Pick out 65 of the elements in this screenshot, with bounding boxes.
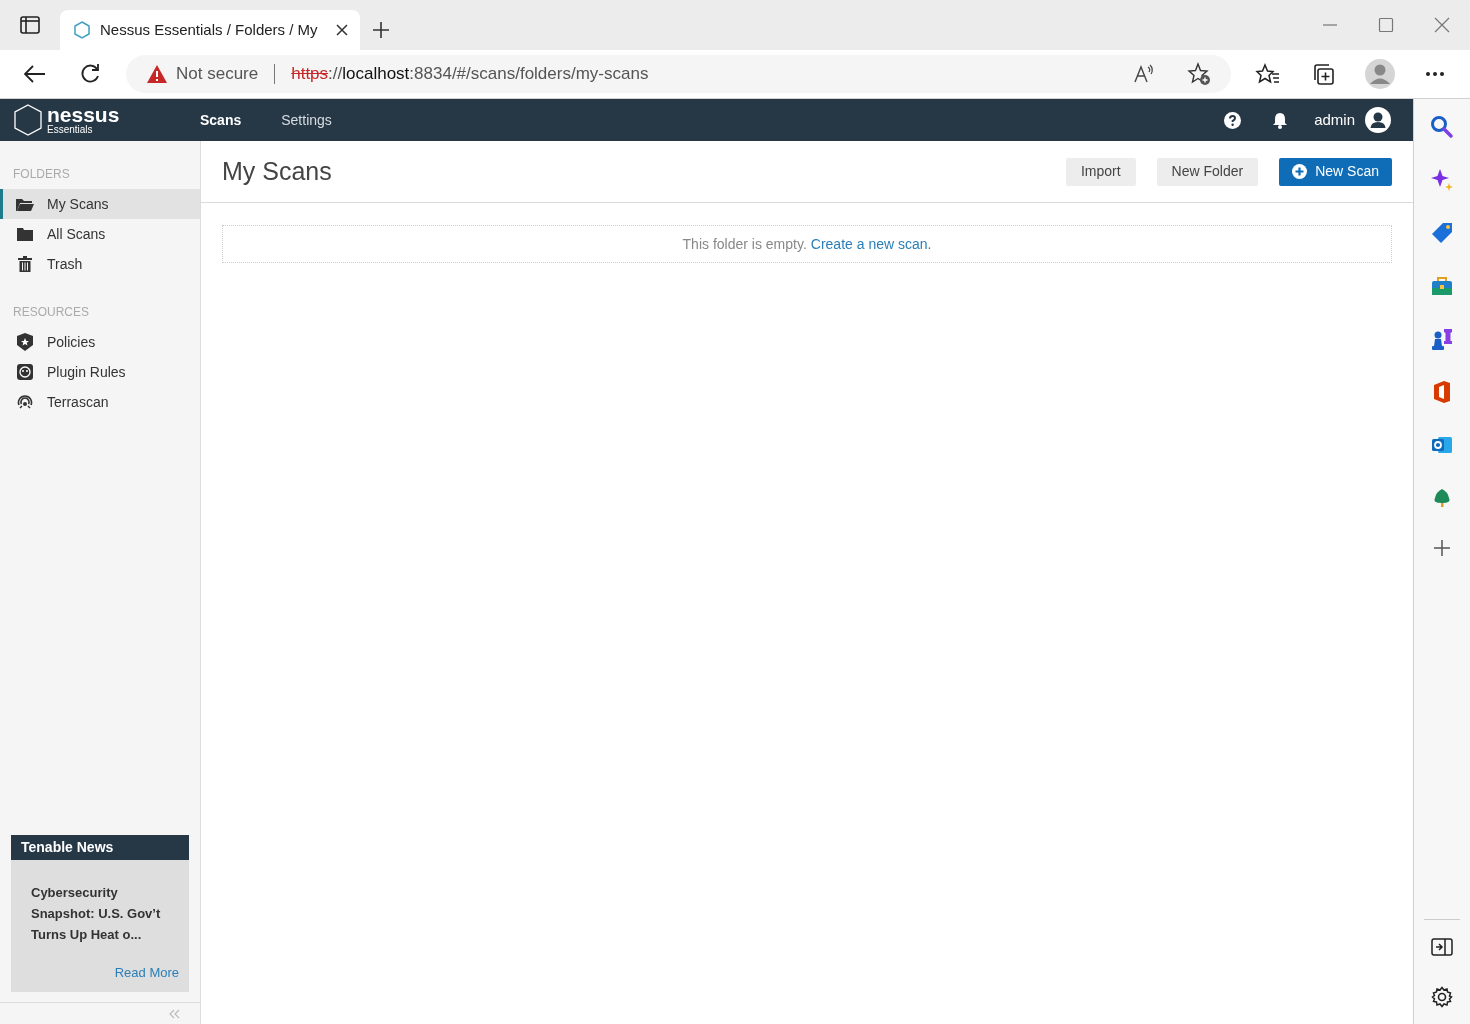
shield-star-icon	[17, 333, 33, 351]
add-favorite-icon[interactable]	[1187, 62, 1211, 86]
sidebar-label: Plugin Rules	[47, 362, 126, 382]
new-tab-icon[interactable]	[372, 21, 390, 39]
nav-tab[interactable]: Scans	[200, 109, 242, 131]
sidebar-item[interactable]: Policies	[0, 327, 200, 357]
sidebar-label: All Scans	[47, 224, 106, 244]
settings-icon[interactable]	[1431, 986, 1453, 1008]
news-headline[interactable]: Cybersecurity Snapshot: U.S. Gov’t Turns Up Heat o...	[31, 882, 177, 945]
section-heading: FOLDERS	[12, 166, 71, 183]
maximize-icon[interactable]	[1378, 17, 1394, 33]
more-icon[interactable]	[1425, 71, 1445, 77]
reload-icon[interactable]	[79, 63, 101, 85]
new-scan-button[interactable]: New Scan	[1279, 157, 1392, 186]
read-aloud-icon[interactable]	[1133, 64, 1155, 84]
nav-tab[interactable]: Settings	[281, 109, 332, 131]
page-title: My Scans	[222, 155, 332, 187]
favorites-icon[interactable]	[1255, 63, 1281, 85]
warning-icon	[146, 64, 168, 84]
profile-icon[interactable]	[1365, 59, 1395, 89]
sidebar-item[interactable]: My Scans	[0, 189, 200, 219]
plus-circle-icon	[1292, 164, 1308, 179]
folder-icon	[17, 227, 33, 241]
logo-hexagon-icon	[13, 104, 43, 136]
hexagon-icon	[72, 20, 92, 40]
sidebar-label: Policies	[47, 332, 96, 352]
bell-icon[interactable]	[1272, 111, 1289, 129]
sidebar-item[interactable]: Trash	[0, 249, 200, 279]
radar-icon	[17, 394, 33, 410]
browser-tab[interactable]: Nessus Essentials / Folders / My	[60, 10, 360, 50]
sidebar-item[interactable]: Plugin Rules	[0, 357, 200, 387]
toolbox-icon[interactable]	[1430, 274, 1454, 298]
logo-edition: Essentials	[47, 125, 94, 135]
sparkle-icon[interactable]	[1430, 168, 1454, 192]
empty-message: This folder is empty.	[682, 234, 807, 254]
avatar-icon[interactable]	[1365, 107, 1391, 133]
news-heading: Tenable News	[21, 838, 114, 857]
plug-icon	[17, 364, 33, 380]
address-bar[interactable]: Not secure https://localhost:8834/#/scans/folders/my-scans	[126, 55, 1231, 93]
search-icon[interactable]	[1430, 115, 1454, 139]
trash-icon	[18, 256, 32, 272]
sidebar-label: Terrascan	[47, 392, 109, 412]
close-icon[interactable]	[336, 24, 348, 36]
sidebar-item[interactable]: Terrascan	[0, 387, 200, 417]
sidebar-item[interactable]: All Scans	[0, 219, 200, 249]
sidebar-label: My Scans	[47, 194, 109, 214]
section-heading: RESOURCES	[12, 304, 90, 321]
logo-name: nessus	[47, 105, 120, 125]
back-icon[interactable]	[24, 65, 46, 83]
url-text: https://localhost:8834/#/scans/folders/my-scans	[291, 63, 649, 86]
chess-pieces-icon[interactable]	[1430, 327, 1454, 351]
tab-actions-icon[interactable]	[20, 16, 40, 34]
help-icon[interactable]	[1224, 111, 1242, 129]
folder-icon	[16, 197, 34, 211]
tab-title: Nessus Essentials / Folders / My	[100, 19, 319, 40]
add-icon[interactable]	[1433, 539, 1451, 557]
toolbar-button[interactable]: New Folder	[1156, 157, 1259, 186]
toolbar-button[interactable]: Import	[1065, 157, 1136, 186]
security-status[interactable]: Not secure	[176, 61, 259, 87]
split-screen-icon[interactable]	[1431, 938, 1453, 956]
tag-icon[interactable]	[1430, 221, 1454, 245]
create-scan-link[interactable]: Create a new scan.	[810, 233, 932, 255]
sidebar-label: Trash	[47, 254, 83, 274]
user-name[interactable]: admin	[1314, 108, 1355, 132]
collections-icon[interactable]	[1311, 62, 1335, 86]
